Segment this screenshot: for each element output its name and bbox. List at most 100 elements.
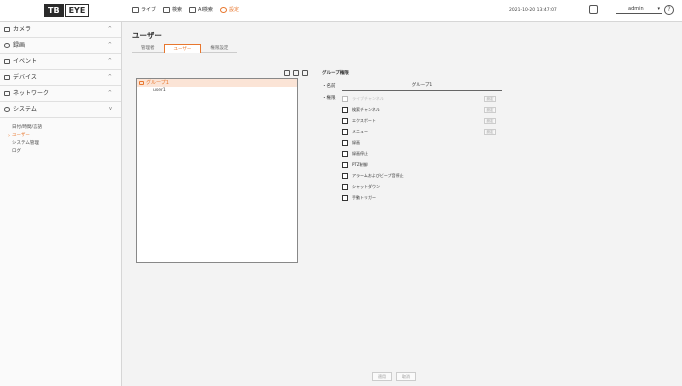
checkbox[interactable] <box>342 129 348 135</box>
checkbox[interactable] <box>342 162 348 168</box>
perm-live-channel-setup-button[interactable]: 設定 <box>484 96 496 102</box>
footer-buttons: 適用 取消 <box>372 372 416 381</box>
user-name: admin <box>628 6 644 12</box>
sidebar-item-label: 録画 <box>13 42 26 49</box>
permission-label: ・権限 <box>322 96 336 101</box>
perm-ptz[interactable]: PTZ制御 <box>342 161 368 169</box>
datetime: 2021-10-20 13:47:07 <box>509 8 557 13</box>
checkbox <box>342 96 348 102</box>
perm-label: 録画 <box>352 140 360 145</box>
perm-label: 検索チャンネル <box>352 107 380 112</box>
perm-manual-trigger[interactable]: 手動トリガー <box>342 194 376 202</box>
tbeye-logo: TB EYE <box>44 4 90 17</box>
cancel-button[interactable]: 取消 <box>396 372 416 381</box>
checkbox[interactable] <box>342 107 348 113</box>
user-menu[interactable]: admin ▾ <box>616 6 662 14</box>
add-group-icon[interactable] <box>284 70 290 76</box>
sidebar-item-network[interactable]: ネットワーク ^ <box>0 86 121 102</box>
submenu-item-log[interactable]: ログ <box>0 148 121 156</box>
ai-search-icon <box>189 6 197 13</box>
add-user-icon[interactable] <box>293 70 299 76</box>
checkbox[interactable] <box>342 173 348 179</box>
chevron-up-icon: ^ <box>107 74 112 80</box>
perm-label: ライブチャンネル <box>352 96 384 101</box>
name-label: ・名前 <box>322 84 336 89</box>
page-title: ユーザー <box>132 31 162 40</box>
main-content: ユーザー 管理者 ユーザー 権限設定 グループ1 user1 グループ権限 ・名… <box>122 22 682 386</box>
perm-alarm[interactable]: アラームおよびビープ音停止 <box>342 172 404 180</box>
sidebar-item-label: デバイス <box>13 74 37 81</box>
user-switch-icon[interactable] <box>589 5 598 14</box>
search-icon <box>163 6 171 13</box>
nav-settings[interactable]: 設定 <box>219 6 239 13</box>
chevron-up-icon: ^ <box>107 90 112 96</box>
chevron-up-icon: ^ <box>107 58 112 64</box>
checkbox[interactable] <box>342 184 348 190</box>
device-icon <box>4 75 10 80</box>
sidebar-item-label: カメラ <box>13 26 32 33</box>
sidebar-item-label: システム <box>13 106 37 113</box>
apply-button[interactable]: 適用 <box>372 372 392 381</box>
perm-label: アラームおよびビープ音停止 <box>352 173 404 178</box>
submenu-item-system-admin[interactable]: システム管理 <box>0 140 121 148</box>
sidebar-item-camera[interactable]: カメラ ^ <box>0 22 121 38</box>
perm-label: メニュー <box>352 129 368 134</box>
perm-label: PTZ制御 <box>352 162 368 167</box>
perm-record-stop[interactable]: 録画停止 <box>342 150 368 158</box>
tab-permission[interactable]: 権限設定 <box>201 44 238 53</box>
perm-menu-setup-button[interactable]: 設定 <box>484 129 496 135</box>
tree-group-row[interactable]: グループ1 <box>137 79 297 87</box>
checkbox[interactable] <box>342 195 348 201</box>
nav-ai-search-label: AI検索 <box>198 7 213 13</box>
help-icon[interactable]: ? <box>664 5 674 15</box>
logo-tb: TB <box>44 4 64 17</box>
tab-bar: 管理者 ユーザー 権限設定 <box>132 44 238 53</box>
group-name-row: ・名前 グループ1 <box>322 81 502 91</box>
group-permissions-panel: グループ権限 ・名前 グループ1 ・権限 ライブチャンネル 設定 検索チャンネル… <box>322 70 502 201</box>
record-icon <box>4 43 10 48</box>
perm-label: 手動トリガー <box>352 195 376 200</box>
perm-shutdown[interactable]: シャットダウン <box>342 183 380 191</box>
sidebar-item-label: ネットワーク <box>13 90 50 97</box>
sidebar-item-device[interactable]: デバイス ^ <box>0 70 121 86</box>
perm-live-channel: ライブチャンネル <box>342 95 384 103</box>
perm-menu[interactable]: メニュー <box>342 128 368 136</box>
chevron-up-icon: ^ <box>107 26 112 32</box>
checkbox[interactable] <box>342 151 348 157</box>
sidebar-item-event[interactable]: イベント ^ <box>0 54 121 70</box>
nav-ai-search[interactable]: AI検索 <box>189 6 213 13</box>
perm-search-channel[interactable]: 検索チャンネル <box>342 106 380 114</box>
perm-search-channel-setup-button[interactable]: 設定 <box>484 107 496 113</box>
top-bar: TB EYE ライブ 検索 AI検索 設定 2021-10-20 13:47:0… <box>0 0 682 22</box>
nav-live[interactable]: ライブ <box>132 6 156 13</box>
submenu-item-user[interactable]: › ユーザー <box>0 132 121 140</box>
chevron-down-icon: ▾ <box>657 6 660 12</box>
system-icon <box>4 107 10 112</box>
sidebar-item-system[interactable]: システム v <box>0 102 121 118</box>
tree-user-row[interactable]: user1 <box>137 87 297 95</box>
perm-label: エクスポート <box>352 118 376 123</box>
tab-user[interactable]: ユーザー <box>163 44 202 53</box>
monitor-icon <box>132 6 139 13</box>
gear-icon <box>219 6 227 13</box>
submenu-item-label: ユーザー <box>12 133 30 138</box>
sidebar-item-record[interactable]: 録画 ^ <box>0 38 121 54</box>
nav-search[interactable]: 検索 <box>163 6 182 13</box>
perm-export-setup-button[interactable]: 設定 <box>484 118 496 124</box>
group-name-field[interactable]: グループ1 <box>342 81 502 91</box>
perm-export[interactable]: エクスポート <box>342 117 376 125</box>
perm-record[interactable]: 録画 <box>342 139 360 147</box>
active-marker-icon: › <box>8 133 10 139</box>
perm-label: シャットダウン <box>352 184 380 189</box>
delete-icon[interactable] <box>302 70 308 76</box>
checkbox[interactable] <box>342 140 348 146</box>
top-nav: ライブ 検索 AI検索 設定 <box>132 6 239 13</box>
sidebar: カメラ ^ 録画 ^ イベント ^ デバイス ^ ネットワーク ^ システム v 日付/時間… <box>0 22 122 386</box>
tab-admin[interactable]: 管理者 <box>132 44 164 53</box>
system-submenu: 日付/時間/言語 › ユーザー システム管理 ログ <box>0 118 121 156</box>
checkbox[interactable] <box>342 118 348 124</box>
chevron-down-icon: v <box>109 106 112 112</box>
submenu-item-datetime[interactable]: 日付/時間/言語 <box>0 124 121 132</box>
chevron-up-icon: ^ <box>107 42 112 48</box>
group-icon <box>139 81 144 85</box>
